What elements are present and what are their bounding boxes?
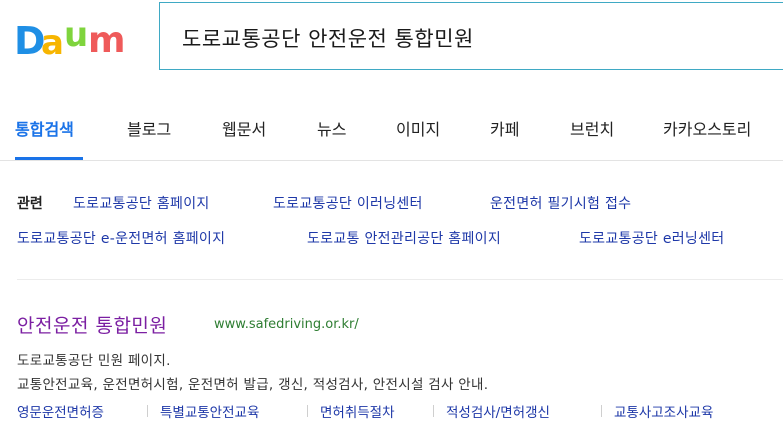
related-link[interactable]: 도로교통공단 e러닝센터 — [579, 228, 724, 248]
result-url[interactable]: www.safedriving.or.kr/ — [214, 317, 359, 332]
result-sublinks: 영문운전면허증 특별교통안전교육 면허취득절차 적성검사/면허갱신 교통사고조사… — [17, 401, 783, 425]
tab-integrated-search[interactable]: 통합검색 — [15, 116, 74, 140]
tab-web-documents[interactable]: 웹문서 — [222, 116, 266, 140]
svg-text:u: u — [64, 16, 88, 55]
search-input[interactable]: 도로교통공단 안전운전 통합민원 — [159, 2, 783, 70]
separator — [147, 405, 148, 417]
separator — [307, 405, 308, 417]
tab-news[interactable]: 뉴스 — [317, 116, 346, 140]
svg-text:m: m — [88, 20, 126, 60]
svg-text:a: a — [41, 23, 64, 60]
result-description: 도로교통공단 민원 페이지. — [17, 353, 171, 369]
tab-bar: 통합검색 블로그 웹문서 뉴스 이미지 카페 브런치 카카오스토리 — [0, 100, 783, 161]
sublink[interactable]: 적성검사/면허갱신 — [446, 401, 550, 421]
sublink[interactable]: 면허취득절차 — [320, 401, 395, 421]
related-link[interactable]: 도로교통 안전관리공단 홈페이지 — [307, 228, 501, 248]
tab-kakaostory[interactable]: 카카오스토리 — [663, 116, 751, 140]
tab-cafe[interactable]: 카페 — [490, 116, 519, 140]
related-link[interactable]: 도로교통공단 이러닝센터 — [273, 193, 423, 213]
result-title-link[interactable]: 안전운전 통합민원 — [17, 311, 167, 338]
active-tab-indicator — [15, 157, 83, 160]
related-label: 관련 — [17, 196, 43, 212]
tab-images[interactable]: 이미지 — [396, 116, 440, 140]
related-link[interactable]: 도로교통공단 e-운전면허 홈페이지 — [17, 228, 225, 248]
separator — [601, 405, 602, 417]
tab-brunch[interactable]: 브런치 — [570, 116, 614, 140]
related-link[interactable]: 도로교통공단 홈페이지 — [73, 193, 210, 213]
sublink[interactable]: 교통사고조사교육 — [614, 401, 713, 421]
sublink[interactable]: 특별교통안전교육 — [160, 401, 259, 421]
header: D a u m 도로교통공단 안전운전 통합민원 — [0, 0, 783, 74]
result-description: 교통안전교육, 운전면허시험, 운전면허 발급, 갱신, 적성검사, 안전시설 … — [17, 377, 489, 393]
related-link[interactable]: 운전면허 필기시험 접수 — [490, 193, 631, 213]
separator — [433, 405, 434, 417]
tab-blog[interactable]: 블로그 — [127, 116, 171, 140]
daum-logo[interactable]: D a u m — [14, 16, 134, 60]
sublink[interactable]: 영문운전면허증 — [17, 401, 104, 421]
search-query: 도로교통공단 안전운전 통합민원 — [182, 27, 474, 51]
section-divider — [17, 279, 783, 280]
